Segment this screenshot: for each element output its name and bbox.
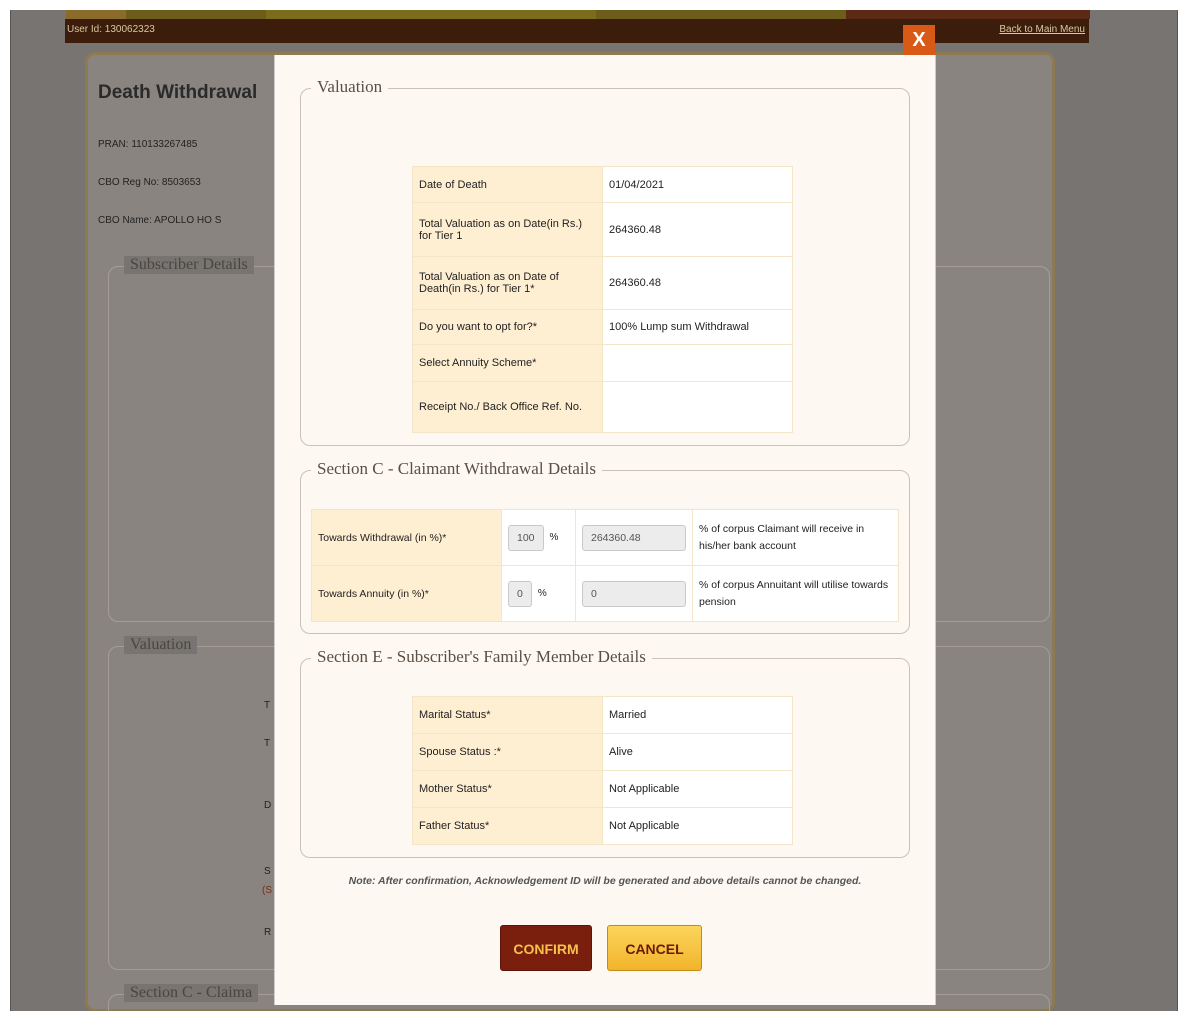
opt-for-label: Do you want to opt for?* xyxy=(412,309,603,345)
top-strip-segment xyxy=(846,10,1090,19)
receipt-no-value xyxy=(602,381,793,433)
table-row: Date of Death 01/04/2021 xyxy=(412,166,793,203)
cbo-name-label: CBO Name: APOLLO HO S xyxy=(98,215,222,226)
table-row: Marital Status* Married xyxy=(412,696,793,734)
mother-status-label: Mother Status* xyxy=(412,770,603,808)
total-valuation-death-label: Total Valuation as on Date of Death(in R… xyxy=(412,256,603,310)
annuity-description: % of corpus Annuitant will utilise towar… xyxy=(692,565,899,622)
mother-status-value: Not Applicable xyxy=(602,770,793,808)
date-of-death-value: 01/04/2021 xyxy=(602,166,793,203)
withdrawal-percent-input[interactable]: 100 xyxy=(508,524,544,551)
towards-annuity-label: Towards Annuity (in %)* xyxy=(311,565,502,622)
bg-valuation-legend: Valuation xyxy=(124,636,198,654)
bg-subscriber-legend: Subscriber Details xyxy=(124,256,254,274)
father-status-label: Father Status* xyxy=(412,807,603,845)
table-row: Mother Status* Not Applicable xyxy=(412,770,793,808)
valuation-legend: Valuation xyxy=(311,77,389,97)
date-of-death-label: Date of Death xyxy=(412,166,603,203)
table-row: Total Valuation as on Date(in Rs.) for T… xyxy=(412,202,793,257)
close-modal-button[interactable]: X xyxy=(903,25,935,55)
user-id-label: User Id: 130062323 xyxy=(67,24,155,35)
section-c-legend: Section C - Claimant Withdrawal Details xyxy=(311,459,602,479)
opt-for-value: 100% Lump sum Withdrawal xyxy=(602,309,793,345)
marital-status-value: Married xyxy=(602,696,793,734)
percent-symbol: % xyxy=(537,588,547,599)
page-title: Death Withdrawal xyxy=(98,82,258,103)
table-row: Total Valuation as on Date of Death(in R… xyxy=(412,256,793,310)
marital-status-label: Marital Status* xyxy=(412,696,603,734)
annuity-percent-input[interactable]: 0 xyxy=(508,580,532,607)
withdrawal-description: % of corpus Claimant will receive in his… xyxy=(692,509,899,566)
confirmation-note: Note: After confirmation, Acknowledgemen… xyxy=(348,875,862,887)
annuity-amount-input[interactable]: 0 xyxy=(582,580,686,607)
section-e-legend: Section E - Subscriber's Family Member D… xyxy=(311,647,652,667)
receipt-no-label: Receipt No./ Back Office Ref. No. xyxy=(412,381,603,433)
table-row: Towards Annuity (in %)* 0% 0 % of corpus… xyxy=(311,565,899,622)
bg-section-c-legend: Section C - Claima xyxy=(124,984,259,1002)
father-status-value: Not Applicable xyxy=(602,807,793,845)
table-row: Towards Withdrawal (in %)* 100% 264360.4… xyxy=(311,509,899,566)
cbo-reg-label: CBO Reg No: 8503653 xyxy=(98,177,201,188)
header-bar: User Id: 130062323 Back to Main Menu xyxy=(65,19,1089,43)
table-row: Do you want to opt for?* 100% Lump sum W… xyxy=(412,309,793,345)
top-strip-segment xyxy=(266,10,596,19)
table-row: Spouse Status :* Alive xyxy=(412,733,793,771)
cancel-button[interactable]: CANCEL xyxy=(607,925,702,971)
valuation-table: Date of Death 01/04/2021 Total Valuation… xyxy=(412,166,793,433)
towards-withdrawal-label: Towards Withdrawal (in %)* xyxy=(311,509,502,566)
bg-fragment: S xyxy=(264,866,271,877)
total-valuation-date-label: Total Valuation as on Date(in Rs.) for T… xyxy=(412,202,603,257)
spouse-status-label: Spouse Status :* xyxy=(412,733,603,771)
spouse-status-value: Alive xyxy=(602,733,793,771)
withdrawal-table: Towards Withdrawal (in %)* 100% 264360.4… xyxy=(311,509,899,622)
table-row: Father Status* Not Applicable xyxy=(412,807,793,845)
total-valuation-date-value: 264360.48 xyxy=(602,202,793,257)
top-banner-strip xyxy=(66,10,1090,19)
family-details-table: Marital Status* Married Spouse Status :*… xyxy=(412,696,793,845)
annuity-scheme-value xyxy=(602,344,793,382)
table-row: Receipt No./ Back Office Ref. No. xyxy=(412,381,793,433)
top-strip-segment xyxy=(66,10,126,19)
bg-fragment: (S xyxy=(262,885,272,896)
bg-fragment: D xyxy=(264,800,272,811)
total-valuation-death-value: 264360.48 xyxy=(602,256,793,310)
confirm-button[interactable]: CONFIRM xyxy=(500,925,592,971)
percent-symbol: % xyxy=(549,532,559,543)
bg-fragment: T xyxy=(264,700,271,711)
back-to-main-menu-link[interactable]: Back to Main Menu xyxy=(999,24,1085,35)
table-row: Select Annuity Scheme* xyxy=(412,344,793,382)
withdrawal-amount-input[interactable]: 264360.48 xyxy=(582,524,686,551)
bg-fragment: T xyxy=(264,738,271,749)
bg-fragment: R xyxy=(264,927,272,938)
pran-label: PRAN: 110133267485 xyxy=(98,139,198,150)
annuity-scheme-label: Select Annuity Scheme* xyxy=(412,344,603,382)
